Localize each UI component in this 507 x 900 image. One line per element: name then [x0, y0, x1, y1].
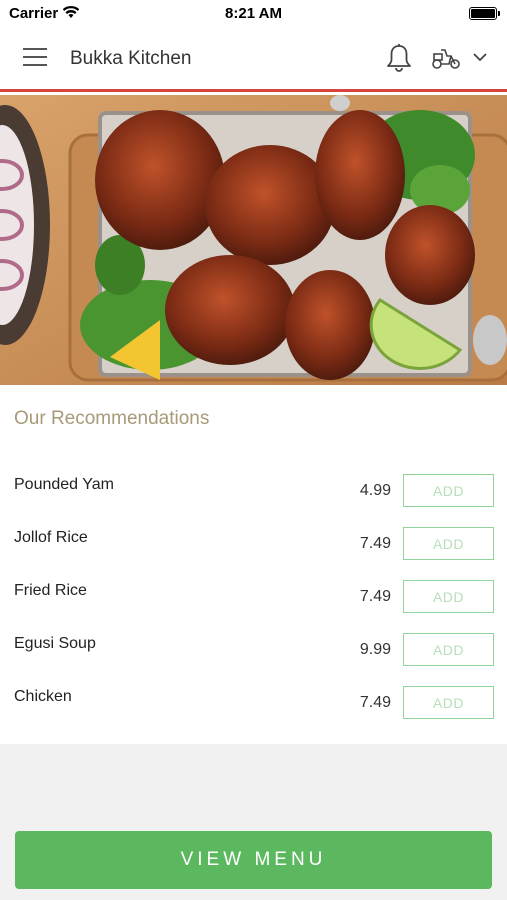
- add-button[interactable]: ADD: [403, 686, 494, 719]
- clock: 8:21 AM: [225, 5, 282, 22]
- item-name: Chicken: [14, 688, 72, 705]
- restaurant-title: Bukka Kitchen: [70, 48, 192, 69]
- hamburger-menu-icon[interactable]: [23, 48, 47, 66]
- list-item: Jollof Rice 7.49 ADD: [0, 516, 507, 569]
- item-name: Fried Rice: [14, 582, 87, 599]
- status-bar: Carrier 8:21 AM: [0, 0, 507, 26]
- list-item: Egusi Soup 9.99 ADD: [0, 622, 507, 675]
- add-button[interactable]: ADD: [403, 633, 494, 666]
- recommendations-list: Pounded Yam 4.99 ADD Jollof Rice 7.49 AD…: [0, 463, 507, 728]
- list-item: Fried Rice 7.49 ADD: [0, 569, 507, 622]
- item-price: 7.49: [359, 535, 391, 552]
- grilled-chicken-illustration: [0, 95, 507, 385]
- add-button[interactable]: ADD: [403, 580, 494, 613]
- hero-food-image: [0, 95, 507, 385]
- battery-icon: [469, 7, 500, 20]
- chevron-down-icon[interactable]: [473, 53, 487, 62]
- recommendations-title: Our Recommendations: [14, 408, 210, 429]
- view-menu-button[interactable]: VIEW MENU: [15, 831, 492, 889]
- item-price: 9.99: [359, 641, 391, 658]
- item-price: 7.49: [359, 694, 391, 711]
- item-name: Egusi Soup: [14, 635, 96, 652]
- app-header: Bukka Kitchen: [0, 26, 507, 92]
- scooter-icon[interactable]: [431, 46, 461, 70]
- add-button[interactable]: ADD: [403, 474, 494, 507]
- add-button[interactable]: ADD: [403, 527, 494, 560]
- item-price: 7.49: [359, 588, 391, 605]
- item-name: Pounded Yam: [14, 476, 114, 493]
- list-item: Chicken 7.49 ADD: [0, 675, 507, 728]
- list-item: Pounded Yam 4.99 ADD: [0, 463, 507, 516]
- bell-icon[interactable]: [386, 43, 412, 73]
- item-price: 4.99: [359, 482, 391, 499]
- item-name: Jollof Rice: [14, 529, 88, 546]
